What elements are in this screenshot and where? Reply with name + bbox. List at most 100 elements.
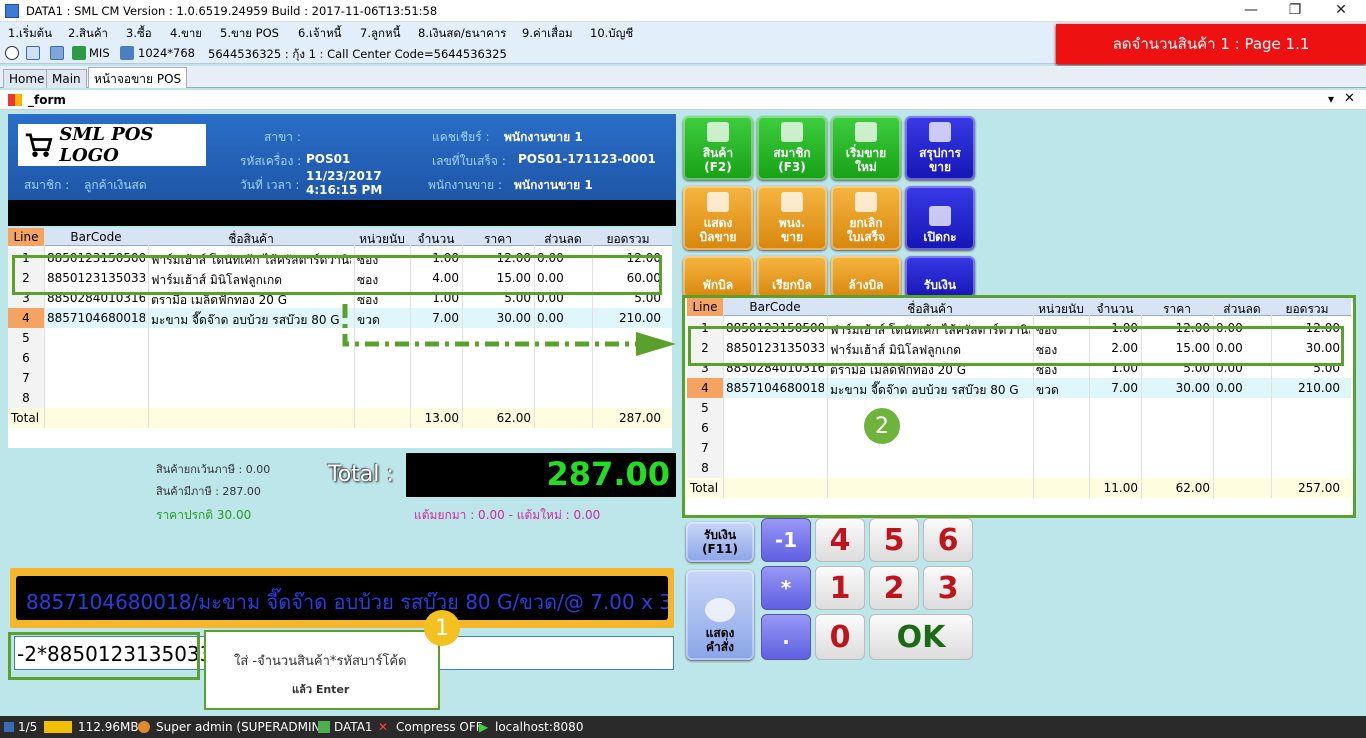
app-icon	[5, 4, 19, 18]
restore-button[interactable]: ❐	[1280, 2, 1310, 18]
picture-icon[interactable]	[120, 46, 134, 60]
menu-cash-bank[interactable]: 8.เงินสด/ธนาคาร	[418, 25, 506, 43]
message-strip	[8, 200, 676, 226]
table-row[interactable]: 8	[687, 458, 1351, 478]
pay-f11-button[interactable]: รับเงิน (F11)	[686, 522, 754, 562]
memory-icon	[44, 721, 72, 733]
new-sale-button[interactable]: เริ่มขาย ใหม่	[831, 116, 901, 180]
cell-line: 7	[22, 371, 30, 385]
marquee-display: 8857104680018/มะขาม จี๊ดจ๊าด อบบ้วย รสบ๊…	[16, 576, 668, 620]
seller-label: พนักงานขาย :	[428, 178, 503, 192]
open-shift-button[interactable]: เปิดกะ	[905, 186, 975, 250]
key-3[interactable]: 3	[923, 566, 973, 610]
menu-accounting[interactable]: 10.บัญชี	[590, 25, 633, 43]
total-label: Total	[11, 411, 40, 425]
window-icon[interactable]	[26, 46, 40, 60]
column-header[interactable]: หน่วยนับ	[354, 230, 410, 249]
highlight-box-input	[8, 632, 200, 680]
key-0[interactable]: 0	[815, 614, 865, 660]
pos-logo: SML POS LOGO	[18, 124, 206, 166]
close-window-button[interactable]: ✕	[1326, 2, 1356, 18]
clock-icon[interactable]	[5, 46, 19, 60]
key-2[interactable]: 2	[869, 566, 919, 610]
table-row[interactable]: 7	[687, 438, 1351, 458]
arrow-annotation	[342, 304, 676, 356]
clear-bill-button[interactable]: ล้างบิล	[831, 256, 901, 298]
recall-bill-button[interactable]: เรียกบิล	[757, 256, 827, 298]
mis-label[interactable]: MIS	[89, 46, 110, 60]
datetime-label: วันที่ เวลา :	[240, 178, 300, 192]
tab-main[interactable]: Main	[46, 69, 87, 88]
resolution-label[interactable]: 1024*768	[138, 46, 195, 60]
key-6[interactable]: 6	[923, 518, 973, 562]
product-button[interactable]: สินค้า (F2)	[683, 116, 753, 180]
branch-label: สาขา :	[264, 130, 301, 144]
total-qty: 11.00	[1103, 481, 1138, 495]
close-form-icon[interactable]: ✕	[1344, 91, 1355, 106]
menu-purchase[interactable]: 3.ซื้อ	[126, 25, 152, 43]
menu-product[interactable]: 2.สินค้า	[68, 25, 108, 43]
staff-button[interactable]: พนง. ขาย	[757, 186, 827, 250]
menu-start[interactable]: 1.เริ่มต้น	[8, 25, 52, 43]
tab-home[interactable]: Home	[3, 69, 51, 88]
column-header[interactable]: จำนวน	[1089, 300, 1141, 319]
status-compress: Compress OFF	[396, 720, 483, 734]
table-row[interactable]: 5	[687, 398, 1351, 418]
window-title: DATA1 : SML CM Version : 1.0.6519.24959 …	[26, 4, 438, 18]
hold-bill-button[interactable]: พักบิล	[683, 256, 753, 298]
cancel-receipt-button[interactable]: ยกเลิก ใบเสร็จ	[831, 186, 901, 250]
tab-pos-screen[interactable]: หน้าจอขาย POS	[88, 67, 188, 88]
key-5[interactable]: 5	[869, 518, 919, 562]
cart-icon	[25, 133, 53, 157]
sale-summary-button[interactable]: สรุปการ ขาย	[905, 116, 975, 180]
decimal-key[interactable]: .	[761, 614, 811, 660]
menu-debtor[interactable]: 7.ลูกหนี้	[360, 25, 400, 43]
key-1[interactable]: 1	[815, 566, 865, 610]
show-command-button[interactable]: แสดง คำสั่ง	[686, 570, 754, 660]
column-header[interactable]: ราคา	[1141, 300, 1213, 319]
pin-dropdown-icon[interactable]: ▾	[1328, 92, 1334, 106]
column-header[interactable]: จำนวน	[410, 230, 462, 249]
column-header[interactable]: BarCode	[723, 300, 827, 314]
column-header[interactable]: ชื่อสินค้า	[827, 300, 1033, 319]
multiply-key[interactable]: *	[761, 566, 811, 610]
status-server: localhost:8080	[495, 720, 584, 734]
table-row[interactable]: 4 8857104680018 มะขาม จี๊ดจ๊าด อบบ้วย รสบ๊…	[687, 378, 1351, 398]
menu-sale[interactable]: 4.ขาย	[170, 25, 202, 43]
total-value: 287.00	[546, 455, 670, 493]
column-header[interactable]: Line	[8, 228, 44, 246]
show-bill-button[interactable]: แสดง บิลขาย	[683, 186, 753, 250]
arrow-icon	[929, 206, 951, 226]
menu-depreciation[interactable]: 9.ค่าเสื่อม	[522, 25, 573, 43]
column-header[interactable]: ยอดรวม	[592, 230, 664, 249]
chart-icon[interactable]	[72, 46, 86, 60]
column-header[interactable]: BarCode	[44, 230, 148, 244]
key-4[interactable]: 4	[815, 518, 865, 562]
column-header[interactable]: Line	[687, 298, 723, 316]
column-header[interactable]: ส่วนลด	[534, 230, 592, 249]
column-header[interactable]: ราคา	[462, 230, 534, 249]
minus-one-key[interactable]: -1	[761, 518, 811, 562]
column-header[interactable]: ชื่อสินค้า	[148, 230, 354, 249]
report-icon	[929, 122, 951, 142]
machine-value: POS01	[306, 152, 351, 166]
table-row[interactable]: 6	[687, 418, 1351, 438]
column-header[interactable]: ส่วนลด	[1213, 300, 1271, 319]
vat-total: สินค้ามีภาษี : 287.00	[156, 485, 261, 498]
minimize-button[interactable]: —	[1236, 2, 1266, 18]
total-total: 257.00	[1298, 481, 1340, 495]
title-bar: DATA1 : SML CM Version : 1.0.6519.24959 …	[0, 0, 1366, 22]
member-button[interactable]: สมาชิก (F3)	[757, 116, 827, 180]
calculator-icon[interactable]	[50, 46, 64, 60]
column-header[interactable]: ยอดรวม	[1271, 300, 1343, 319]
logo-text: SML POS LOGO	[59, 124, 154, 166]
column-header[interactable]: หน่วยนับ	[1033, 300, 1089, 319]
ok-key[interactable]: OK	[869, 614, 973, 660]
form-bar: _form ▾ ✕	[0, 90, 1366, 110]
pay-button[interactable]: รับเงิน	[905, 256, 975, 298]
table-row[interactable]: 7	[8, 368, 672, 388]
menu-pos[interactable]: 5.ขาย POS	[220, 25, 279, 43]
cell-barcode: 8857104680018	[726, 381, 824, 395]
menu-creditor[interactable]: 6.เจ้าหนี้	[298, 25, 342, 43]
table-row[interactable]: 8	[8, 388, 672, 408]
